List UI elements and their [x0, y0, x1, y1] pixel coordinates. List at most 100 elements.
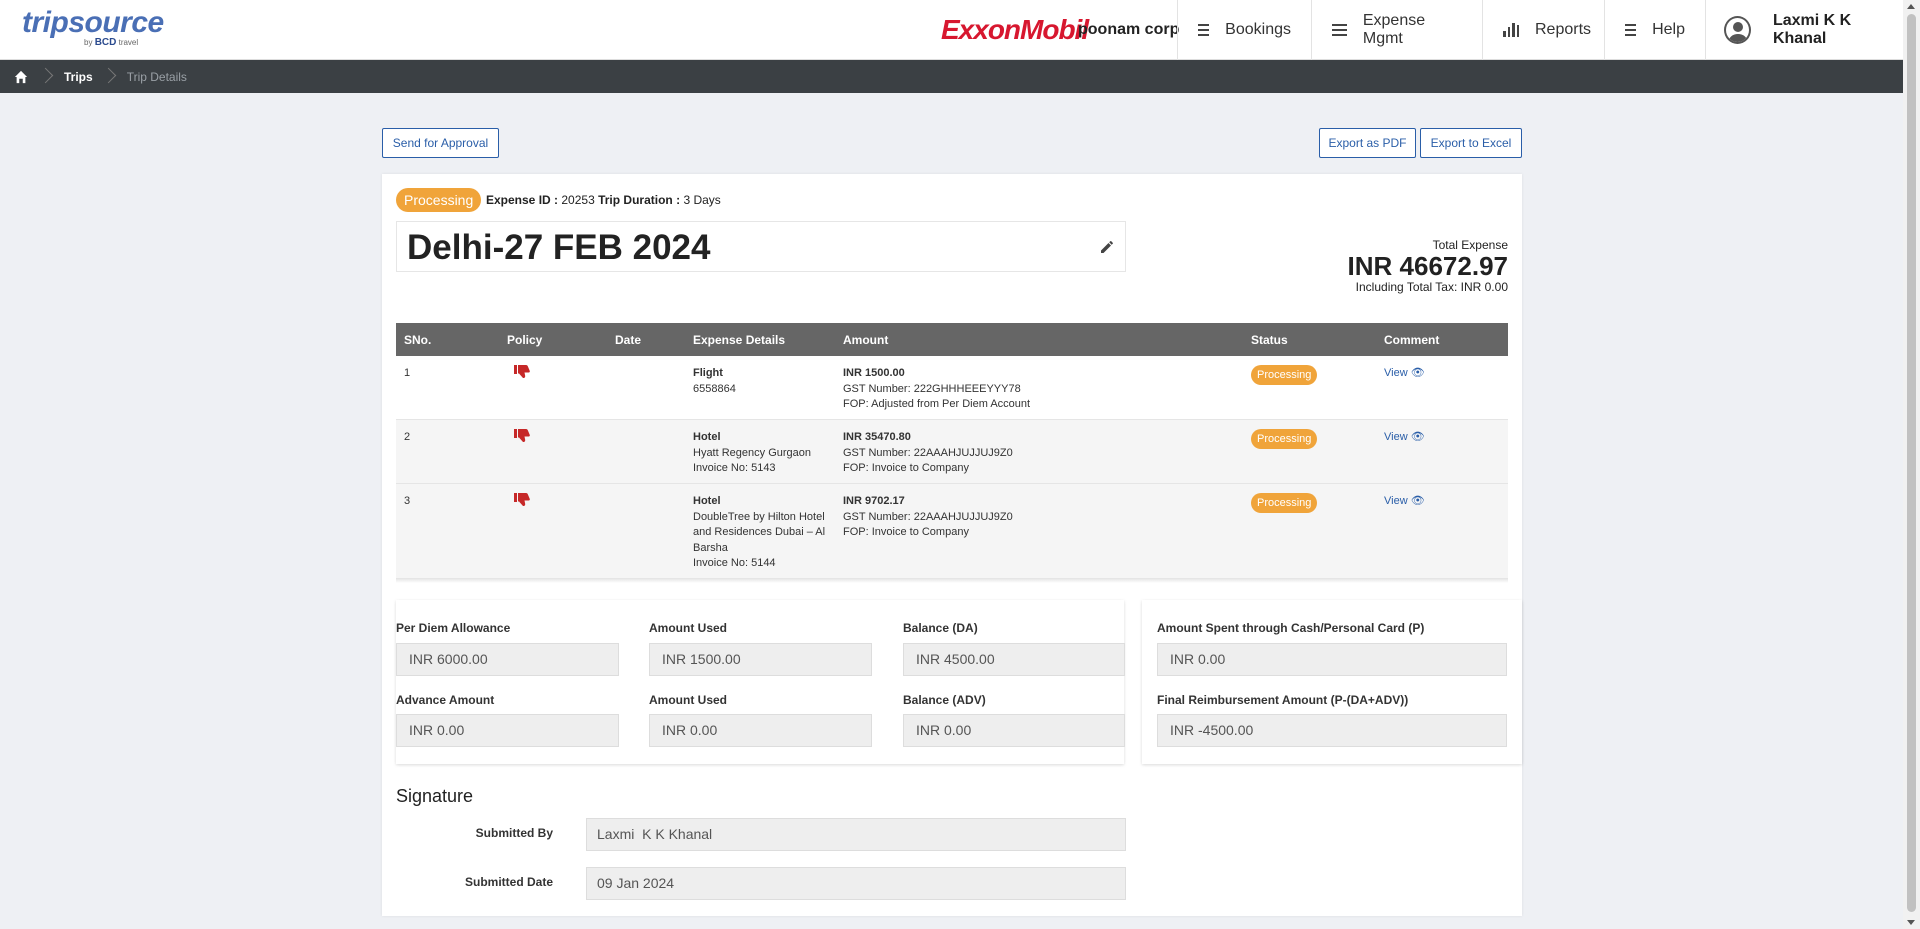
menu-icon: [1625, 24, 1637, 36]
edit-pencil-icon[interactable]: [1099, 239, 1115, 255]
amount-used-field: INR 0.00: [649, 714, 872, 747]
advance-amount-label: Advance Amount: [396, 693, 495, 707]
scroll-down-arrow-icon[interactable]: [1907, 920, 1915, 925]
advance-amount-field: INR 0.00: [396, 714, 619, 747]
policy-violation-thumbs-down-icon: [514, 365, 530, 378]
trip-duration-value: 3 Days: [683, 193, 721, 207]
cell-status: Processing: [1251, 428, 1318, 449]
breadcrumb-trips-link[interactable]: Trips: [64, 70, 93, 84]
status-badge: Processing: [1251, 365, 1318, 385]
top-navigation-bar: tripsource by BCD travel ExxonMobil poon…: [0, 0, 1903, 60]
corporate-name: poonam corp: [1078, 21, 1180, 38]
balance-adv-label: Balance (ADV): [903, 693, 986, 707]
cell-status: Processing: [1251, 492, 1318, 513]
cell-expense-details: Flight 6558864: [693, 366, 736, 397]
balance-da-field: INR 4500.00: [903, 643, 1125, 676]
status-badge: Processing: [1251, 493, 1318, 513]
eye-icon: 👁: [1410, 367, 1425, 379]
view-comment-link[interactable]: View 👁: [1384, 494, 1425, 510]
total-expense-value: INR 46672.97: [1347, 251, 1508, 281]
amount-value: INR 35470.80: [843, 431, 911, 443]
header-date: Date: [615, 333, 642, 347]
header-status: Status: [1251, 333, 1288, 347]
table-row: 2 Hotel Hyatt Regency Gurgaon Invoice No…: [396, 420, 1508, 484]
nav-bookings[interactable]: Bookings: [1177, 0, 1311, 60]
expense-detail-line: Invoice No: 5143: [693, 462, 776, 474]
export-excel-button[interactable]: Export to Excel: [1420, 128, 1522, 158]
form-of-payment: FOP: Adjusted from Per Diem Account: [843, 398, 1031, 410]
nav-bookings-label: Bookings: [1225, 21, 1291, 38]
header-amount: Amount: [843, 333, 889, 347]
trip-title: Delhi-27 FEB 2024: [407, 228, 711, 267]
logo-subtitle: by BCD travel: [84, 37, 139, 48]
expense-id-value: 20253: [561, 193, 595, 207]
tripsource-logo[interactable]: tripsource by BCD travel: [22, 6, 164, 49]
scrollbar-thumb[interactable]: [1907, 14, 1916, 912]
submitted-by-label: Submitted By: [475, 826, 553, 840]
expense-type: Hotel: [693, 431, 721, 443]
cell-sno: 3: [404, 495, 411, 507]
trip-meta: Expense ID : 20253 Trip Duration : 3 Day…: [486, 193, 721, 207]
final-reimbursement-label: Final Reimbursement Amount (P-(DA+ADV)): [1157, 693, 1409, 707]
expense-detail-line: and Residences Dubai – Al: [693, 526, 826, 538]
submitted-by-field: Laxmi K K Khanal: [586, 818, 1126, 851]
table-row: 1 Flight 6558864 INR 1500.00 GST Number:…: [396, 356, 1508, 420]
trip-title-box: Delhi-27 FEB 2024: [396, 221, 1126, 272]
final-reimbursement-field: INR -4500.00: [1157, 714, 1507, 747]
nav-expense-mgmt[interactable]: Expense Mgmt: [1311, 0, 1482, 60]
cell-status: Processing: [1251, 364, 1318, 385]
nav-expense-mgmt-label: Expense Mgmt: [1362, 12, 1426, 47]
cell-expense-details: Hotel Hyatt Regency Gurgaon Invoice No: …: [693, 430, 811, 477]
user-menu[interactable]: Laxmi K K Khanal: [1705, 0, 1903, 60]
submitted-date-label: Submitted Date: [464, 875, 553, 889]
expense-detail-line: Barsha: [693, 541, 728, 554]
scroll-up-arrow-icon[interactable]: [1907, 4, 1915, 9]
nav-help-label: Help: [1652, 21, 1685, 38]
status-badge: Processing: [1251, 429, 1318, 449]
gst-number: GST Number: 22AAAHJUJJUJ9Z0: [843, 446, 1013, 459]
cash-spent-field: INR 0.00: [1157, 643, 1507, 676]
policy-violation-thumbs-down-icon: [514, 429, 530, 442]
trip-duration-label: Trip Duration :: [598, 193, 681, 207]
header-policy: Policy: [507, 333, 543, 347]
menu-icon: [1198, 24, 1210, 36]
cash-spent-label: Amount Spent through Cash/Personal Card …: [1157, 621, 1425, 635]
trip-status-badge: Processing: [396, 188, 482, 212]
logo-text: tripsource: [22, 6, 164, 39]
header-comment: Comment: [1384, 333, 1440, 347]
submitted-date-field: 09 Jan 2024: [586, 867, 1126, 900]
export-pdf-button[interactable]: Export as PDF: [1319, 128, 1416, 158]
signature-heading: Signature: [396, 786, 474, 806]
gst-number: GST Number: 22AAAHJUJJUJ9Z0: [843, 510, 1013, 523]
eye-icon: 👁: [1410, 495, 1425, 507]
amount-value: INR 9702.17: [843, 495, 905, 507]
cell-amount: INR 9702.17 GST Number: 22AAAHJUJJUJ9Z0 …: [843, 494, 1013, 541]
user-name: Laxmi K K Khanal: [1772, 12, 1852, 47]
table-row: 3 Hotel DoubleTree by Hilton Hotel and R…: [396, 484, 1508, 579]
expense-detail-line: DoubleTree by Hilton Hotel: [693, 510, 825, 523]
exxonmobil-logo: ExxonMobil: [941, 14, 1089, 45]
reimbursement-panel: Amount Spent through Cash/Personal Card …: [1142, 600, 1522, 764]
header-sno: SNo.: [404, 333, 432, 347]
home-icon[interactable]: [14, 70, 28, 84]
vertical-scrollbar[interactable]: [1903, 0, 1920, 929]
header-expense-details: Expense Details: [693, 333, 786, 347]
table-shadow: [396, 579, 1508, 583]
view-comment-link[interactable]: View 👁: [1384, 430, 1425, 446]
bar-chart-icon: [1503, 23, 1519, 37]
nav-reports-label: Reports: [1535, 21, 1592, 38]
nav-reports[interactable]: Reports: [1482, 0, 1624, 60]
eye-icon: 👁: [1410, 431, 1425, 443]
breadcrumb-current: Trip Details: [126, 69, 187, 84]
nav-help[interactable]: Help: [1604, 0, 1705, 60]
form-of-payment: FOP: Invoice to Company: [843, 462, 969, 474]
user-avatar-icon: [1724, 16, 1751, 44]
send-for-approval-button[interactable]: Send for Approval: [382, 128, 499, 158]
expense-type: Flight: [693, 367, 723, 379]
per-diem-field: INR 6000.00: [396, 643, 619, 676]
amount-used-label: Amount Used: [649, 621, 727, 635]
allowance-panel: Per Diem Allowance INR 6000.00 Amount Us…: [396, 600, 1125, 764]
balance-adv-field: INR 0.00: [903, 714, 1125, 747]
gst-number: GST Number: 222GHHHEEEYYY78: [843, 382, 1021, 395]
view-comment-link[interactable]: View 👁: [1384, 366, 1425, 382]
